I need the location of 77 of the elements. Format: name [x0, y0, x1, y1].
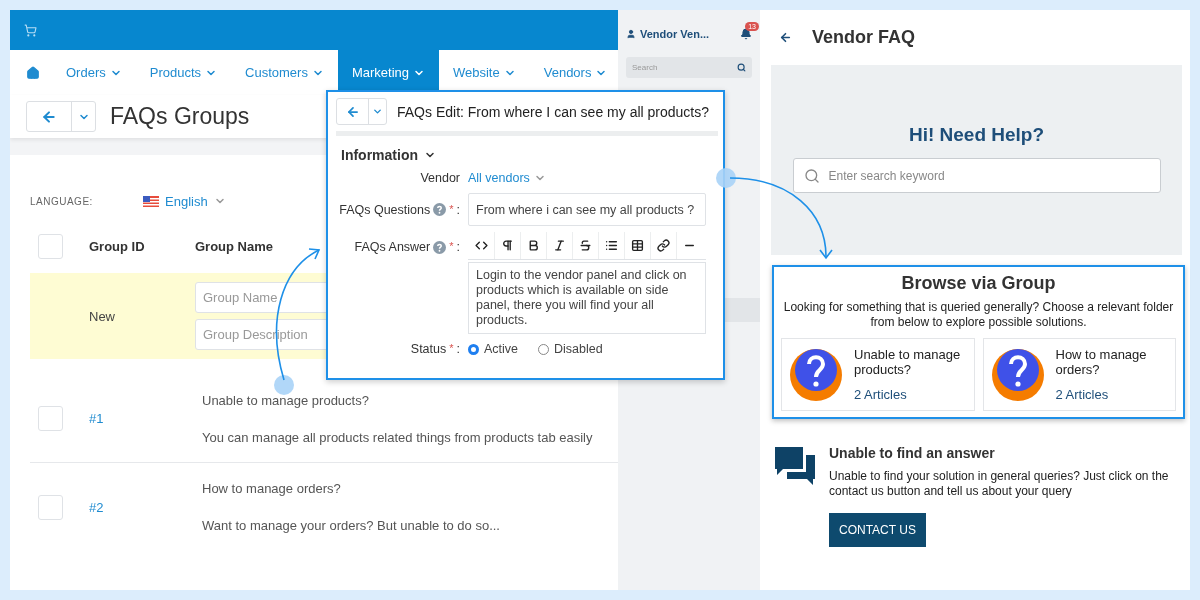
group-description: You can manage all products related things from products tab easily: [202, 429, 593, 445]
colon-text: :: [456, 240, 460, 254]
field-label: Vendor: [420, 171, 460, 185]
contact-text: Unable to find your solution in general queries? Just click on the contact us button and tell us about your query: [829, 469, 1170, 499]
question-icon: [991, 348, 1044, 401]
article-count: 2 Articles: [1055, 387, 1110, 402]
group-id-link[interactable]: #2: [89, 499, 202, 515]
row-checkbox[interactable]: [38, 494, 63, 520]
group-title: How to manage orders?: [202, 481, 342, 496]
required-mark: *: [449, 202, 454, 215]
nav-menu-item[interactable]: Products: [135, 50, 232, 95]
status-radio[interactable]: Disabled: [538, 342, 603, 356]
table-cell-text: New: [89, 308, 116, 324]
home-icon: [26, 65, 40, 80]
group-card[interactable]: Unable to manage products? 2 Articles: [781, 338, 975, 411]
row-checkbox[interactable]: [38, 406, 63, 431]
dialog-title: FAQs Edit: From where I can see my all products?: [397, 103, 709, 120]
search-field[interactable]: Enter search keyword: [792, 158, 1161, 193]
table-icon: [631, 239, 644, 252]
nav-menu-item[interactable]: Vendors: [529, 50, 618, 95]
connector-dot: [274, 375, 294, 395]
nav-menu-item[interactable]: Website: [439, 50, 530, 95]
group-id-link[interactable]: #1: [89, 411, 202, 426]
section-heading[interactable]: Information: [341, 147, 418, 163]
list-icon: [605, 239, 618, 252]
page-title: FAQs Groups: [110, 103, 250, 130]
field-label: FAQs Answer: [354, 240, 431, 254]
search-icon: [803, 167, 820, 184]
required-mark: *: [449, 342, 454, 354]
page-title: Vendor FAQ: [812, 27, 916, 48]
user-icon: [626, 29, 636, 39]
paragraph-icon: [501, 239, 514, 252]
group-title: Unable to manage products?: [854, 347, 962, 377]
question-input[interactable]: From where i can see my all products ?: [468, 193, 706, 226]
caret-icon: [372, 106, 383, 117]
strikethrough-icon: [579, 239, 592, 252]
flag-icon: [143, 195, 159, 207]
nav-menu-item[interactable]: Customers: [231, 50, 338, 95]
group-title: How to manage orders?: [1055, 347, 1148, 377]
field-label: FAQs Questions: [339, 202, 431, 217]
help-icon: [433, 203, 447, 216]
back-arrow-icon[interactable]: [779, 31, 792, 44]
article-count: 2 Articles: [854, 387, 908, 402]
help-icon: [433, 240, 447, 254]
vendor-dropdown[interactable]: All vendors: [468, 171, 546, 185]
select-all-checkbox[interactable]: [38, 233, 63, 259]
required-mark: *: [449, 240, 454, 252]
column-header: Group Name: [195, 238, 274, 254]
banner-title: Hi! Need Help?: [908, 124, 1045, 146]
bold-icon: [527, 239, 540, 252]
vendor-user-menu[interactable]: Vendor Ven...: [626, 28, 710, 40]
colon-text: :: [456, 202, 460, 217]
contact-button[interactable]: CONTACT US: [829, 513, 926, 547]
question-icon: [790, 348, 842, 401]
group-title: Unable to manage products?: [202, 392, 370, 408]
language-dropdown[interactable]: English: [143, 193, 226, 209]
section-title: Browse via Group: [901, 273, 1056, 294]
sidebar-search-field[interactable]: Search: [626, 57, 752, 78]
colon-text: :: [456, 342, 460, 356]
contact-title: Unable to find an answer: [829, 445, 996, 461]
status-radio[interactable]: Active: [468, 342, 519, 356]
language-label: LANGUAGE:: [30, 195, 94, 207]
nav-menu-item[interactable]: Orders: [52, 50, 136, 95]
chat-icon: [775, 445, 815, 485]
answer-textarea[interactable]: Login to the vendor panel and click on products which is available on side panel, there you will find your all products.: [468, 262, 706, 334]
italic-icon: [553, 239, 566, 252]
link-icon: [657, 239, 670, 252]
search-icon: [737, 63, 746, 72]
group-description: Want to manage your orders? But unable to do so...: [202, 518, 500, 533]
column-header: Group ID: [89, 238, 146, 254]
group-card[interactable]: How to manage orders? 2 Articles: [982, 338, 1176, 411]
field-label: Status: [410, 342, 447, 356]
code-icon: [474, 239, 488, 252]
section-description: Looking for something that is queried generally? Choose a relevant folder from below to explore possible solutions.: [782, 300, 1175, 330]
connector-dot: [716, 168, 736, 188]
bell-icon[interactable]: [740, 28, 752, 40]
cart-icon[interactable]: [24, 23, 37, 37]
